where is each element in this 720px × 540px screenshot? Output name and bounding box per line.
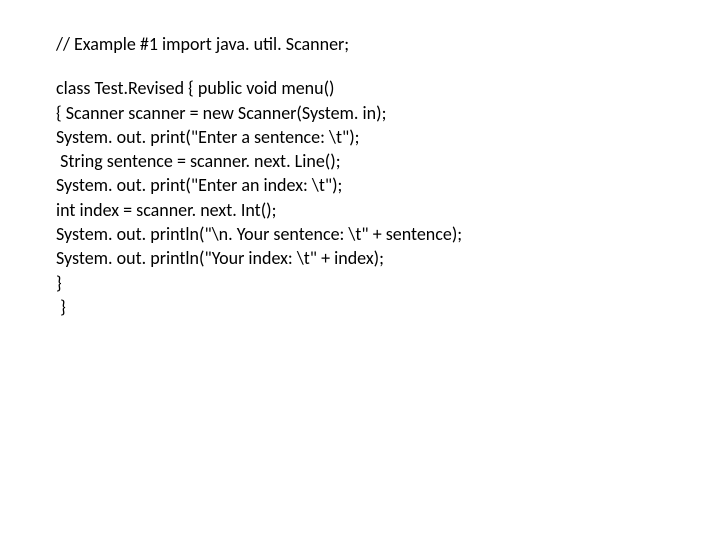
code-block: // Example #1 import java. util. Scanner…	[0, 0, 720, 319]
code-line: String sentence = scanner. next. Line();	[56, 149, 720, 173]
code-line: class Test.Revised { public void menu()	[56, 76, 720, 100]
code-comment: // Example #1 import java. util. Scanner…	[56, 32, 720, 56]
code-line: }	[56, 295, 720, 319]
code-line: }	[56, 271, 720, 295]
code-line: System. out. print("Enter a sentence: \t…	[56, 125, 720, 149]
code-line: System. out. print("Enter an index: \t")…	[56, 173, 720, 197]
code-line: System. out. println("Your index: \t" + …	[56, 246, 720, 270]
code-line: System. out. println("\n. Your sentence:…	[56, 222, 720, 246]
code-line: { Scanner scanner = new Scanner(System. …	[56, 101, 720, 125]
code-line: int index = scanner. next. Int();	[56, 198, 720, 222]
blank-line	[56, 56, 720, 76]
